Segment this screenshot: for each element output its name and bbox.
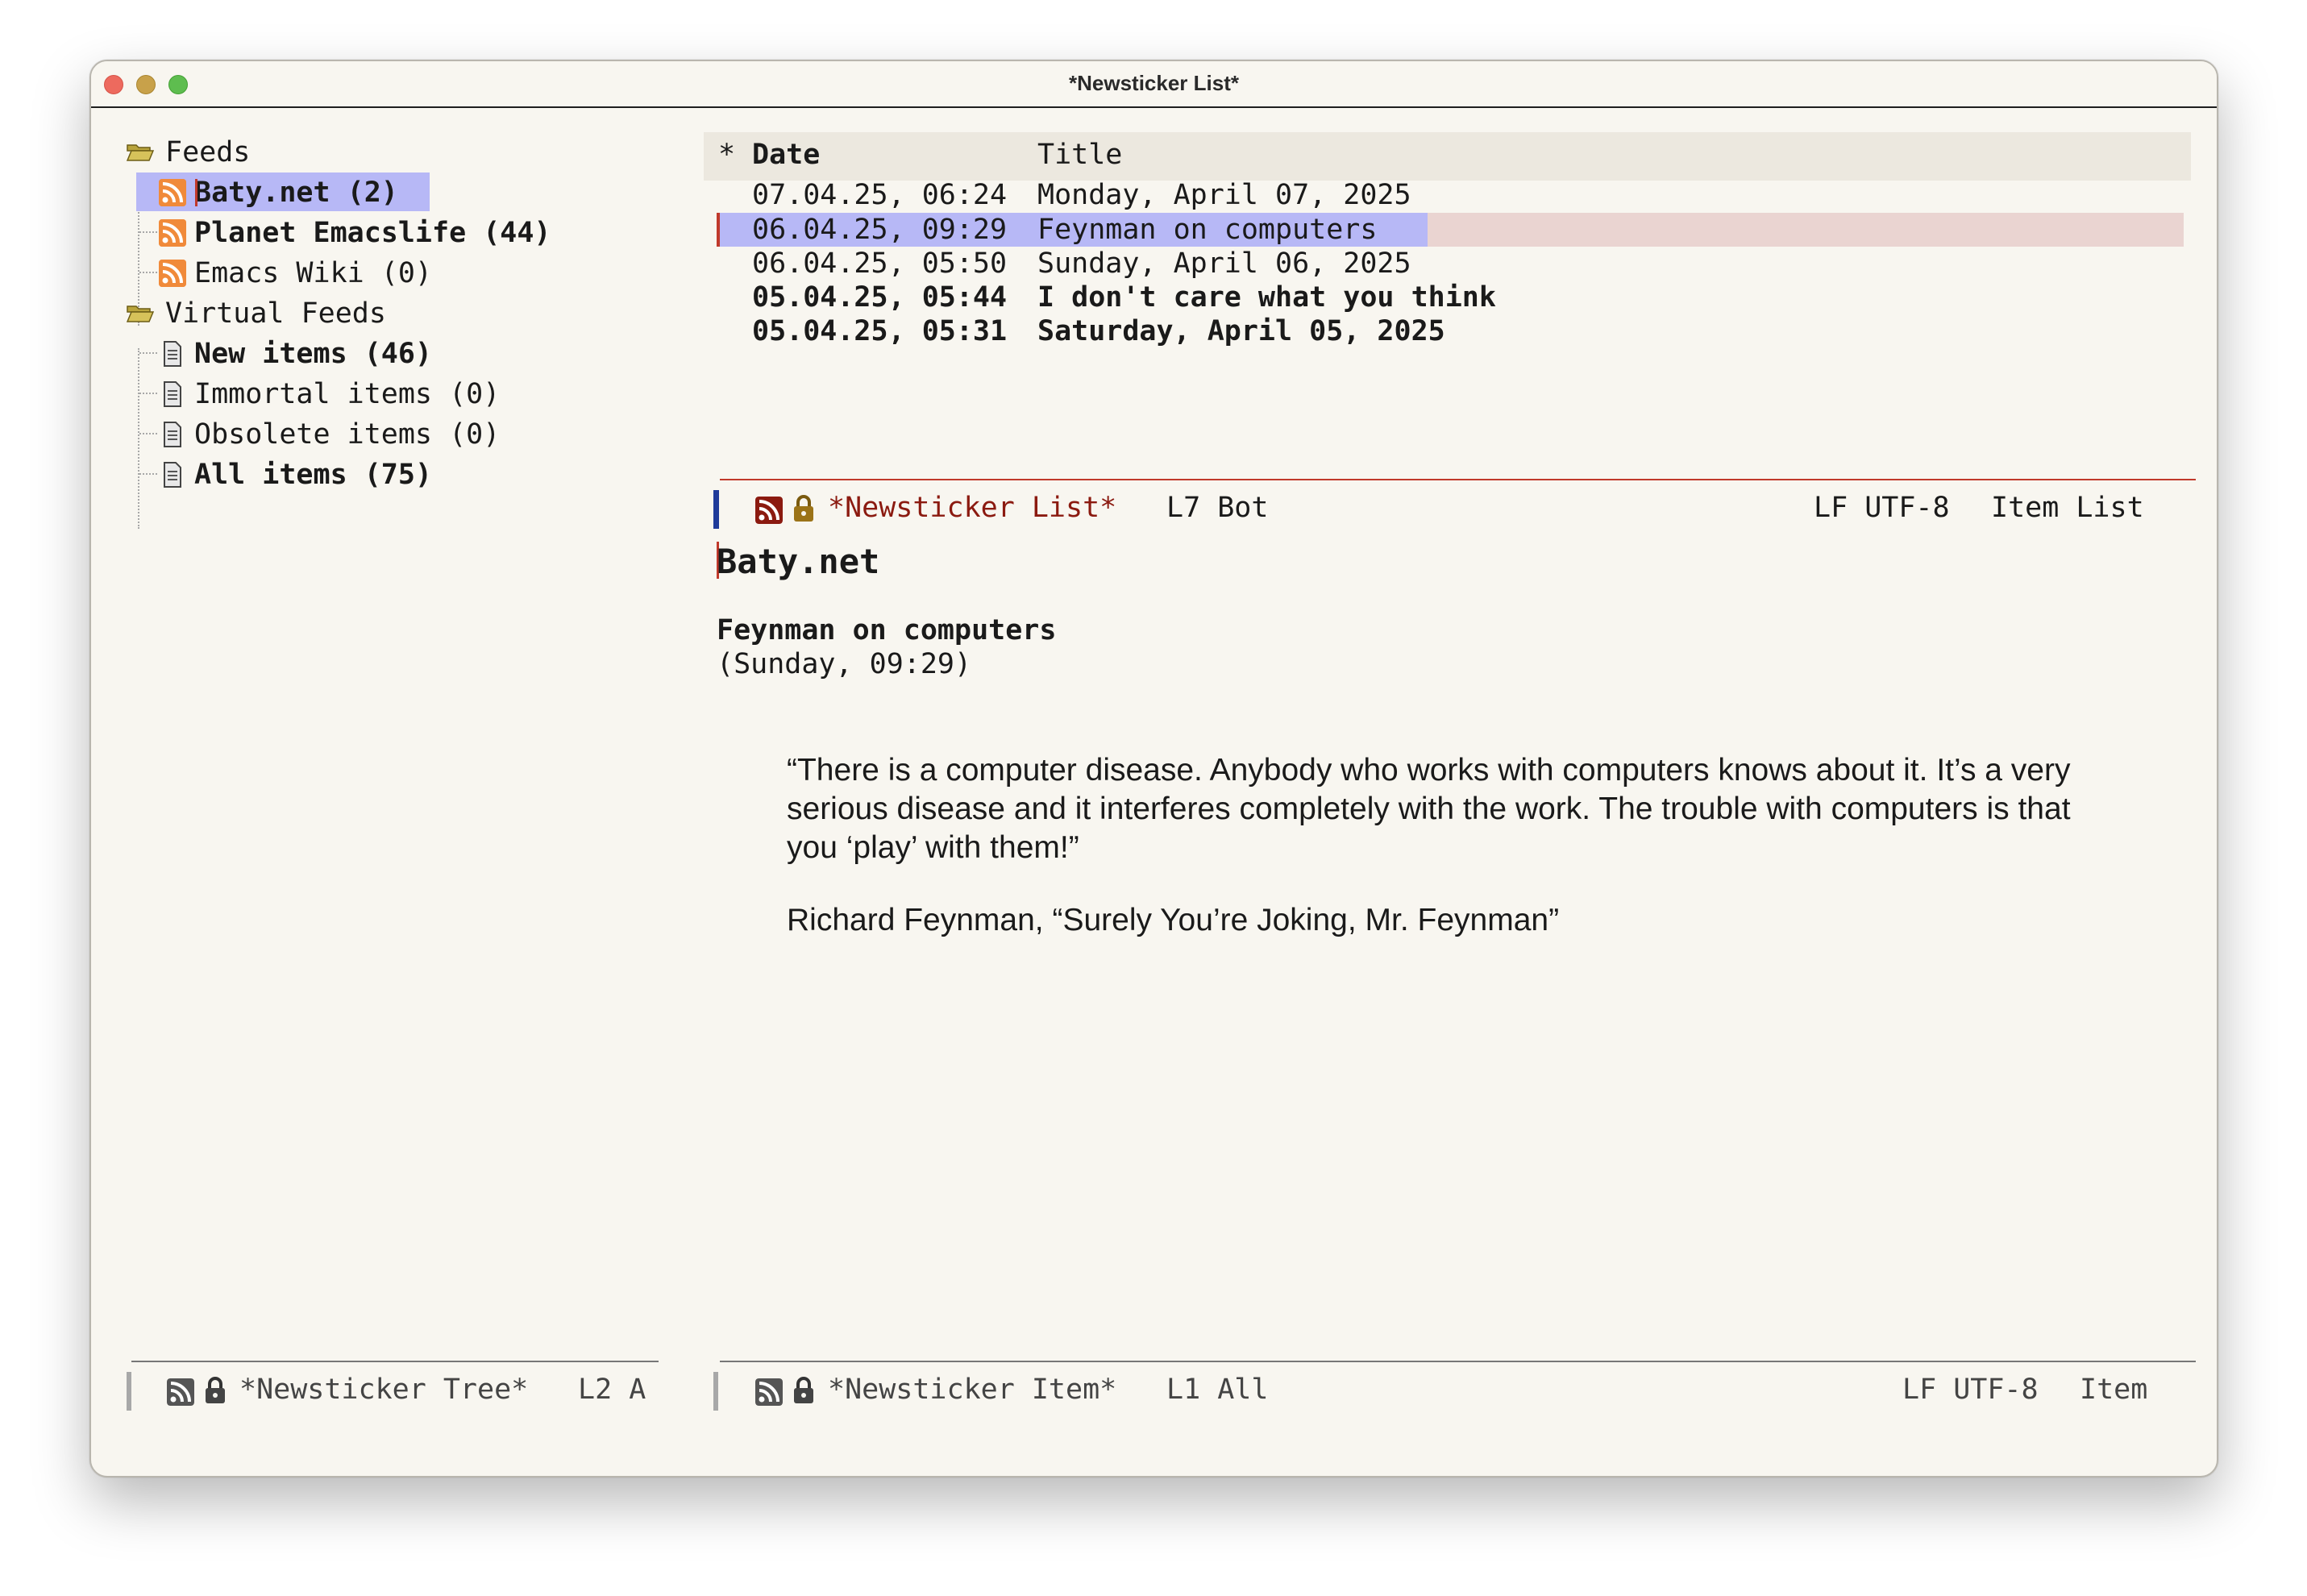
modeline-top-border: [720, 479, 2196, 480]
modeline-encoding[interactable]: LF UTF-8: [1902, 1374, 2039, 1406]
tree-virtual-label: All items (75): [194, 459, 433, 491]
modeline-position: L1 All: [1166, 1374, 1269, 1406]
inactive-window-indicator: [127, 1372, 131, 1411]
tree-feed-label: Emacs Wiki (0): [194, 257, 433, 289]
lock-icon: [794, 495, 813, 522]
tree-feed-label: Planet Emacslife (44): [194, 217, 551, 249]
modeline-buffer-name[interactable]: *Newsticker List*: [828, 492, 1116, 524]
row-title: Monday, April 07, 2025: [1037, 179, 1411, 211]
lock-icon: [794, 1377, 813, 1403]
item-title[interactable]: Feynman on computers: [717, 614, 1056, 646]
item-attribution: Richard Feynman, “Surely You’re Joking, …: [787, 903, 1560, 937]
modeline-encoding[interactable]: LF UTF-8: [1814, 492, 1950, 524]
emacs-window: *Newsticker List* Feeds Baty.net (2) Pla…: [89, 60, 2218, 1478]
tree-guide-branch: [139, 473, 157, 475]
document-icon: [164, 462, 181, 488]
row-date: 05.04.25, 05:44: [752, 281, 1008, 314]
tree-folder-label: Virtual Feeds: [165, 297, 386, 330]
item-time: (Sunday, 09:29): [717, 648, 972, 680]
row-date: 06.04.25, 05:50: [752, 247, 1008, 280]
rss-feed-icon: [159, 260, 186, 287]
rss-feed-icon: [159, 179, 186, 206]
text-cursor: [195, 179, 197, 206]
row-title: Feynman on computers: [1037, 214, 1378, 246]
inactive-window-indicator: [713, 1372, 718, 1411]
row-date: 06.04.25, 09:29: [752, 214, 1008, 246]
window-title: *Newsticker List*: [1069, 71, 1239, 95]
active-window-indicator: [713, 490, 719, 529]
folder-open-icon: [127, 144, 154, 161]
modeline-position: L2 A: [578, 1374, 646, 1406]
tree-guide-branch: [139, 393, 157, 394]
header-star-column[interactable]: *: [718, 139, 735, 171]
title-bar: *Newsticker List*: [91, 61, 2217, 108]
row-date: 07.04.25, 06:24: [752, 179, 1008, 211]
document-icon: [164, 341, 181, 367]
folder-open-icon: [127, 305, 154, 322]
tree-guide-branch: [139, 352, 157, 354]
modeline-buffer-name[interactable]: *Newsticker Item*: [828, 1374, 1116, 1406]
rss-feed-icon: [167, 1378, 194, 1406]
row-title: Saturday, April 05, 2025: [1037, 315, 1445, 347]
row-title: Sunday, April 06, 2025: [1037, 247, 1411, 280]
row-date: 05.04.25, 05:31: [752, 315, 1008, 347]
document-icon: [164, 381, 181, 407]
tree-virtual-label: Immortal items (0): [194, 378, 501, 410]
rss-feed-icon: [755, 1378, 783, 1406]
modeline-position: L7 Bot: [1166, 492, 1269, 524]
fringe-marker: [717, 213, 720, 247]
row-title: I don't care what you think: [1037, 281, 1496, 314]
rss-feed-icon: [755, 497, 783, 524]
tree-guide-branch: [139, 433, 157, 434]
modeline-major-mode[interactable]: Item: [2080, 1374, 2147, 1406]
tree-virtual-label: New items (46): [194, 338, 433, 370]
item-quote: “There is a computer disease. Anybody wh…: [787, 753, 2071, 865]
item-feed-name: Baty.net: [717, 542, 880, 581]
lock-icon: [206, 1377, 225, 1403]
header-title-column[interactable]: Title: [1037, 139, 1122, 171]
modeline-buffer-name[interactable]: *Newsticker Tree*: [239, 1374, 528, 1406]
modeline-top-border: [131, 1361, 659, 1362]
tree-guide-branch: [139, 231, 157, 233]
document-icon: [164, 422, 181, 447]
tree-virtual-label: Obsolete items (0): [194, 418, 501, 451]
header-date-column[interactable]: Date: [752, 139, 820, 171]
rss-feed-icon: [159, 219, 186, 247]
tree-guide-branch: [139, 272, 157, 273]
list-header: * Date Title: [704, 132, 2191, 181]
modeline-major-mode[interactable]: Item List: [1991, 492, 2144, 524]
tree-folder-label: Feeds: [165, 136, 251, 168]
tree-guide-line: [138, 348, 139, 529]
tree-feed-label: Baty.net (2): [194, 177, 398, 209]
modeline-top-border: [720, 1361, 2196, 1362]
